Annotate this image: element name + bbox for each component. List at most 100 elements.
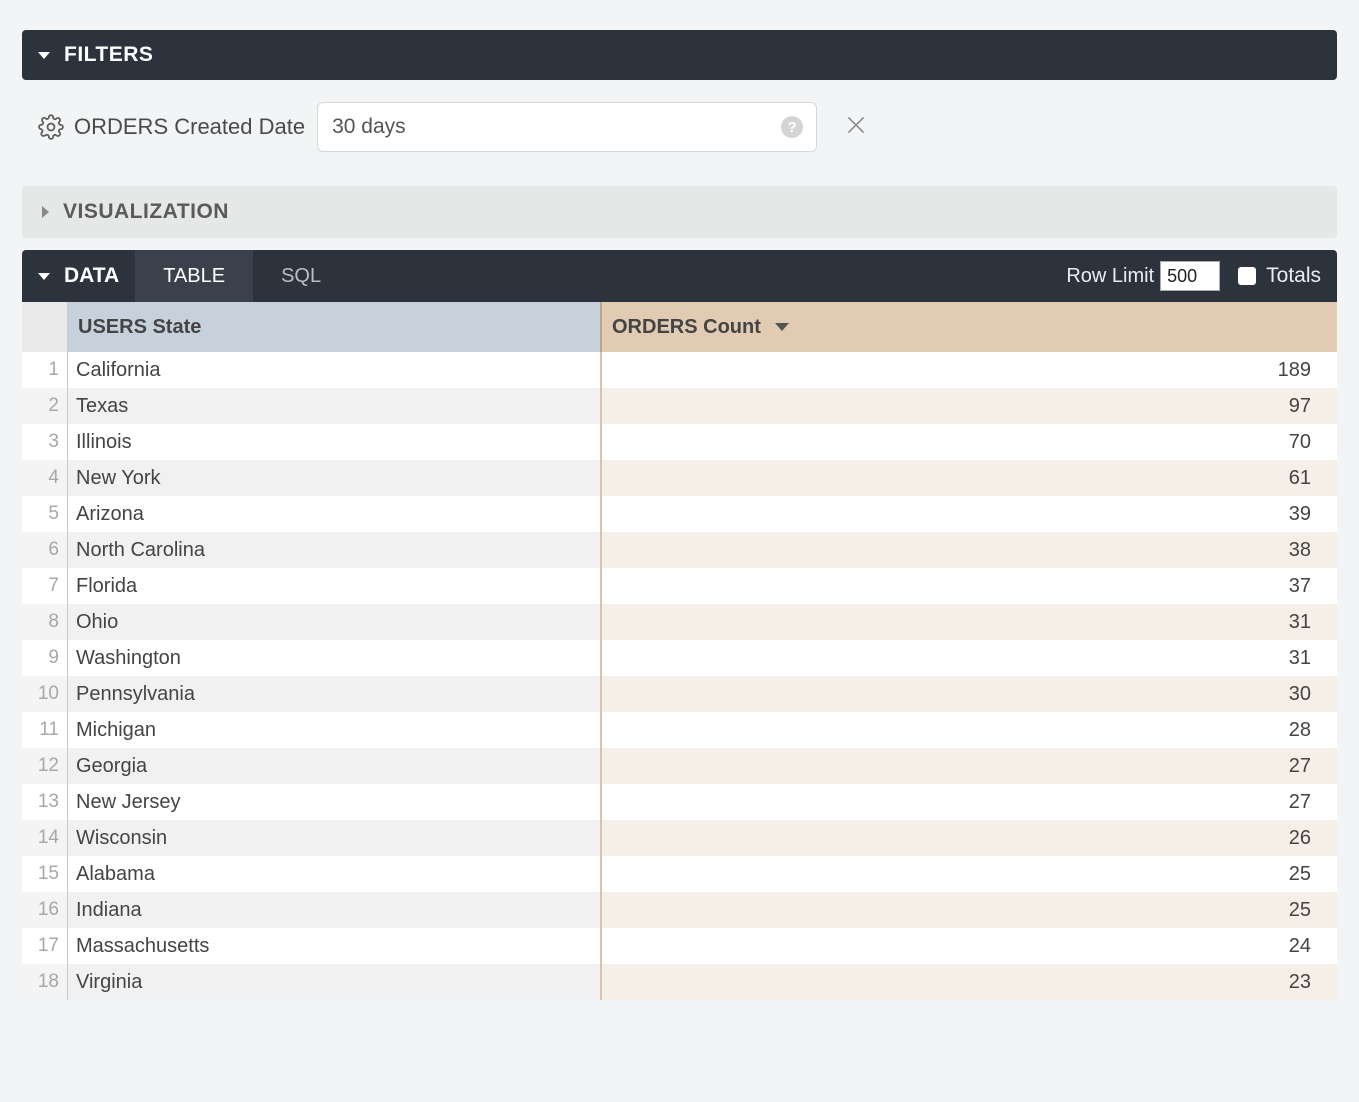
- cell-state[interactable]: New York: [68, 460, 602, 496]
- cell-count[interactable]: 61: [602, 460, 1337, 496]
- cell-count[interactable]: 23: [602, 964, 1337, 1000]
- cell-state[interactable]: Florida: [68, 568, 602, 604]
- row-number: 15: [22, 856, 68, 892]
- row-number: 5: [22, 496, 68, 532]
- close-icon: [843, 112, 869, 138]
- table-row: 14Wisconsin26: [22, 820, 1337, 856]
- column-header-label: ORDERS Count: [612, 316, 761, 339]
- row-number: 9: [22, 640, 68, 676]
- table-row: 1California189: [22, 352, 1337, 388]
- cell-state[interactable]: Ohio: [68, 604, 602, 640]
- caret-down-icon: [38, 52, 50, 59]
- cell-count[interactable]: 30: [602, 676, 1337, 712]
- row-number: 4: [22, 460, 68, 496]
- filters-header[interactable]: FILTERS: [22, 30, 1337, 80]
- filter-value-input[interactable]: [317, 102, 817, 152]
- caret-down-icon: [38, 273, 50, 280]
- data-tabs: TABLESQL: [135, 250, 349, 302]
- cell-state[interactable]: New Jersey: [68, 784, 602, 820]
- data-title: DATA: [64, 264, 119, 288]
- row-number: 3: [22, 424, 68, 460]
- row-number: 1: [22, 352, 68, 388]
- cell-state[interactable]: Wisconsin: [68, 820, 602, 856]
- cell-state[interactable]: Georgia: [68, 748, 602, 784]
- cell-count[interactable]: 31: [602, 604, 1337, 640]
- table-body: 1California1892Texas973Illinois704New Yo…: [22, 352, 1337, 1000]
- row-number: 13: [22, 784, 68, 820]
- row-number: 14: [22, 820, 68, 856]
- table-row: 11Michigan28: [22, 712, 1337, 748]
- table-row: 17Massachusetts24: [22, 928, 1337, 964]
- column-header-label: USERS State: [78, 316, 201, 339]
- table-row: 3Illinois70: [22, 424, 1337, 460]
- cell-count[interactable]: 25: [602, 892, 1337, 928]
- cell-count[interactable]: 39: [602, 496, 1337, 532]
- visualization-header[interactable]: VISUALIZATION: [22, 186, 1337, 238]
- row-number: 11: [22, 712, 68, 748]
- filter-input-wrap: ?: [317, 102, 817, 152]
- cell-count[interactable]: 37: [602, 568, 1337, 604]
- table-header-row: USERS State ORDERS Count: [22, 302, 1337, 352]
- tab-sql[interactable]: SQL: [253, 250, 349, 302]
- caret-right-icon: [42, 206, 49, 218]
- cell-count[interactable]: 97: [602, 388, 1337, 424]
- cell-state[interactable]: Texas: [68, 388, 602, 424]
- cell-state[interactable]: Massachusetts: [68, 928, 602, 964]
- table-row: 9Washington31: [22, 640, 1337, 676]
- row-number: 12: [22, 748, 68, 784]
- data-header-toggle[interactable]: DATA: [22, 250, 135, 302]
- visualization-title: VISUALIZATION: [63, 200, 229, 224]
- totals-label: Totals: [1266, 264, 1321, 288]
- cell-count[interactable]: 31: [602, 640, 1337, 676]
- table-row: 16Indiana25: [22, 892, 1337, 928]
- cell-state[interactable]: Illinois: [68, 424, 602, 460]
- cell-count[interactable]: 189: [602, 352, 1337, 388]
- checkbox-icon: [1238, 267, 1256, 285]
- cell-count[interactable]: 38: [602, 532, 1337, 568]
- filters-title: FILTERS: [64, 43, 153, 67]
- sort-desc-icon: [775, 323, 789, 331]
- tab-table[interactable]: TABLE: [135, 250, 253, 302]
- cell-count[interactable]: 28: [602, 712, 1337, 748]
- row-number: 10: [22, 676, 68, 712]
- table-row: 18Virginia23: [22, 964, 1337, 1000]
- row-number: 6: [22, 532, 68, 568]
- table-row: 13New Jersey27: [22, 784, 1337, 820]
- cell-state[interactable]: Washington: [68, 640, 602, 676]
- cell-state[interactable]: Virginia: [68, 964, 602, 1000]
- cell-count[interactable]: 27: [602, 748, 1337, 784]
- row-number: 16: [22, 892, 68, 928]
- table-row: 10Pennsylvania30: [22, 676, 1337, 712]
- totals-toggle[interactable]: Totals: [1238, 250, 1337, 302]
- cell-count[interactable]: 27: [602, 784, 1337, 820]
- table-row: 2Texas97: [22, 388, 1337, 424]
- row-number: 2: [22, 388, 68, 424]
- gear-icon[interactable]: [38, 114, 64, 140]
- cell-state[interactable]: Indiana: [68, 892, 602, 928]
- table-row: 6North Carolina38: [22, 532, 1337, 568]
- row-limit-label: Row Limit: [1066, 265, 1154, 288]
- row-limit-input[interactable]: [1160, 261, 1220, 291]
- column-header-state[interactable]: USERS State: [68, 302, 602, 352]
- cell-state[interactable]: Arizona: [68, 496, 602, 532]
- cell-state[interactable]: California: [68, 352, 602, 388]
- cell-state[interactable]: Michigan: [68, 712, 602, 748]
- remove-filter-button[interactable]: [843, 112, 869, 143]
- filter-row: ORDERS Created Date ?: [22, 80, 1337, 174]
- table-row: 7Florida37: [22, 568, 1337, 604]
- row-number: 17: [22, 928, 68, 964]
- table-row: 4New York61: [22, 460, 1337, 496]
- cell-count[interactable]: 25: [602, 856, 1337, 892]
- cell-count[interactable]: 24: [602, 928, 1337, 964]
- cell-state[interactable]: Pennsylvania: [68, 676, 602, 712]
- cell-state[interactable]: North Carolina: [68, 532, 602, 568]
- cell-count[interactable]: 26: [602, 820, 1337, 856]
- table-row: 15Alabama25: [22, 856, 1337, 892]
- column-header-count[interactable]: ORDERS Count: [602, 302, 1337, 352]
- filter-label: ORDERS Created Date: [74, 114, 305, 140]
- table-row: 5Arizona39: [22, 496, 1337, 532]
- table-row: 12Georgia27: [22, 748, 1337, 784]
- help-icon[interactable]: ?: [781, 116, 803, 138]
- cell-state[interactable]: Alabama: [68, 856, 602, 892]
- cell-count[interactable]: 70: [602, 424, 1337, 460]
